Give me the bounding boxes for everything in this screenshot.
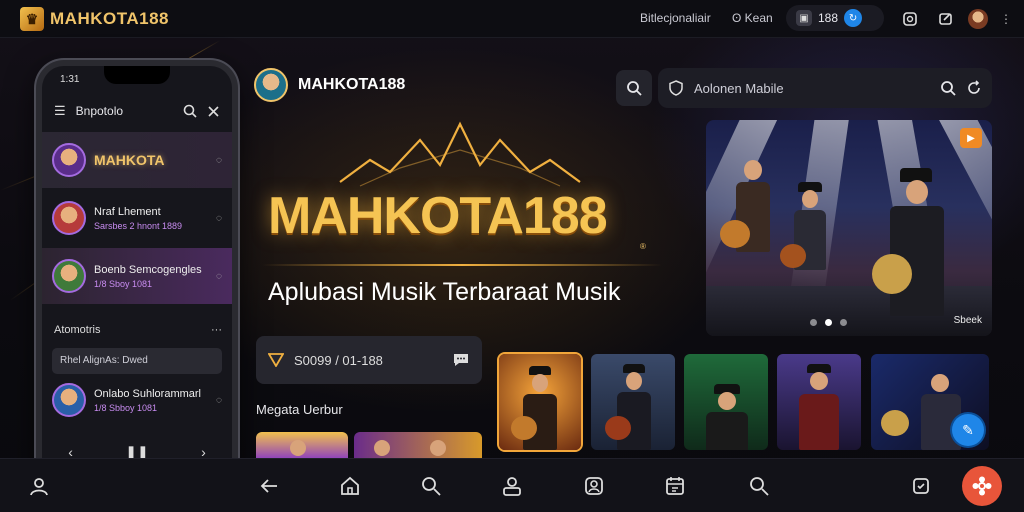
brand-row[interactable]: MAHKOTA188 — [254, 68, 405, 102]
avatar[interactable] — [968, 9, 988, 29]
bottom-nav — [0, 458, 1024, 512]
balance-value: 188 — [818, 11, 839, 25]
search-text: Aolonen Mabile — [694, 80, 784, 96]
music-thumbnail[interactable] — [499, 354, 581, 450]
status-time: 1:31 — [60, 74, 80, 85]
settings-icon[interactable] — [908, 473, 934, 499]
list-item[interactable]: Nraf Lhement Sarsbes 2 hnont 1889 ◌ — [42, 190, 232, 246]
avatar — [52, 143, 86, 177]
promo-text: S0099 / 01-188 — [294, 352, 383, 368]
live-badge-icon: ▶ — [960, 128, 982, 148]
more-icon[interactable]: ⋮ — [996, 9, 1016, 29]
carousel-dots — [810, 319, 847, 326]
phone-notch — [104, 66, 170, 84]
list-item-sub: 1/8 Sbboy 1081 — [94, 402, 158, 413]
list-item-sub: 1/8 Sboy 1081 — [94, 278, 153, 289]
crown-graphic — [339, 121, 581, 187]
flower-icon — [972, 476, 992, 496]
search-icon[interactable] — [940, 80, 956, 96]
brand-name: MAHKOTA188 — [298, 76, 406, 93]
avatar — [254, 68, 288, 102]
hero-divider — [262, 264, 662, 266]
more-icon[interactable]: ◌ — [216, 271, 222, 282]
more-icon[interactable]: ◌ — [216, 213, 222, 224]
home-icon[interactable] — [337, 473, 363, 499]
phone-title: Bnpotolo — [75, 104, 124, 118]
promo-card[interactable]: S0099 / 01-188 — [256, 336, 482, 384]
more-icon[interactable]: ◌ — [216, 395, 222, 406]
search-icon[interactable] — [183, 104, 197, 118]
music-thumbnail[interactable] — [777, 354, 861, 450]
add-balance-icon[interactable]: ↻ — [844, 9, 863, 27]
list-item-sub: Sarsbes 2 hnont 1889 — [94, 220, 183, 231]
search-icon[interactable] — [418, 473, 444, 499]
shield-icon — [669, 80, 683, 96]
refresh-icon[interactable] — [966, 80, 982, 96]
account-sub: ʘ Kean — [732, 11, 773, 25]
action-button[interactable] — [962, 466, 1002, 506]
account-info: Bitlecjonaliair — [640, 11, 711, 25]
concert-tag: Sbeek — [953, 315, 982, 326]
carousel-dot[interactable] — [810, 319, 817, 326]
section-title: Megata Uerbur — [256, 402, 343, 417]
phone-header: ☰ Bnpotolo — [42, 94, 232, 128]
user-icon[interactable] — [26, 473, 52, 499]
balance-pill[interactable]: ▣ 188 ↻ — [786, 5, 884, 31]
featured-concert-image[interactable]: ▶ Sbeek — [706, 120, 992, 336]
search-icon — [627, 81, 642, 96]
close-icon[interactable] — [207, 105, 220, 118]
list-item[interactable]: Onlabo Suhlorammarl 1/8 Sbboy 1081 ◌ — [42, 372, 232, 428]
phone-section-header: Atomotris ··· — [54, 324, 222, 336]
phone-screen: 1:31 ☰ Bnpotolo MAHKOTA ◌ Nraf Lhement S… — [42, 66, 232, 490]
calendar-icon[interactable] — [662, 473, 688, 499]
menu-icon[interactable]: ☰ — [54, 103, 66, 119]
back-icon[interactable] — [256, 473, 282, 499]
profile-icon[interactable] — [499, 473, 525, 499]
chevron-down-icon — [268, 353, 284, 367]
phone-input[interactable]: Rhel AlignAs: Dwed — [52, 348, 222, 374]
more-icon[interactable]: ◌ — [216, 155, 222, 166]
avatar — [52, 201, 86, 235]
music-thumbnail[interactable] — [591, 354, 675, 450]
chat-icon[interactable] — [452, 352, 470, 368]
section-title: Atomotris — [54, 324, 101, 336]
list-item-name: Onlabo Suhlorammarl — [94, 387, 201, 400]
edit-icon[interactable]: ✎ — [952, 414, 984, 446]
crown-icon: ♛ — [20, 7, 44, 31]
list-item-name: Boenb Semcogengles — [94, 263, 202, 276]
search-button[interactable] — [616, 70, 652, 106]
account-icon[interactable] — [581, 473, 607, 499]
list-item[interactable]: MAHKOTA ◌ — [42, 132, 232, 188]
hero-title: MAHKOTA188 — [268, 187, 608, 245]
hero-subtitle: Aplubasi Musik Terbaraat Musik — [268, 278, 621, 306]
search-icon[interactable] — [746, 473, 772, 499]
phone-mockup: 1:31 ☰ Bnpotolo MAHKOTA ◌ Nraf Lhement S… — [36, 60, 238, 496]
featured-logo: MAHKOTA — [94, 152, 165, 168]
list-item-name: Nraf Lhement — [94, 205, 161, 218]
avatar — [52, 383, 86, 417]
search-input[interactable]: Aolonen Mabile — [658, 68, 992, 108]
carousel-dot[interactable] — [840, 319, 847, 326]
list-item[interactable]: Boenb Semcogengles 1/8 Sboy 1081 ◌ — [42, 248, 232, 304]
wallet-icon: ▣ — [796, 10, 812, 26]
camera-icon[interactable] — [900, 9, 920, 29]
edit-icon[interactable] — [936, 9, 956, 29]
avatar — [52, 259, 86, 293]
mini-thumbnail[interactable] — [256, 432, 348, 460]
music-thumbnail[interactable] — [684, 354, 768, 450]
top-bar: ♛ MAHKOTA188 Bitlecjonaliair ʘ Kean ▣ 18… — [0, 0, 1024, 38]
app-logo[interactable]: ♛ MAHKOTA188 — [20, 7, 169, 31]
registered-mark: ® — [640, 242, 646, 251]
logo-text: MAHKOTA188 — [50, 9, 169, 28]
mini-thumbnail[interactable] — [354, 432, 482, 460]
section-more-icon[interactable]: ··· — [211, 324, 222, 336]
carousel-dot[interactable] — [825, 319, 832, 326]
